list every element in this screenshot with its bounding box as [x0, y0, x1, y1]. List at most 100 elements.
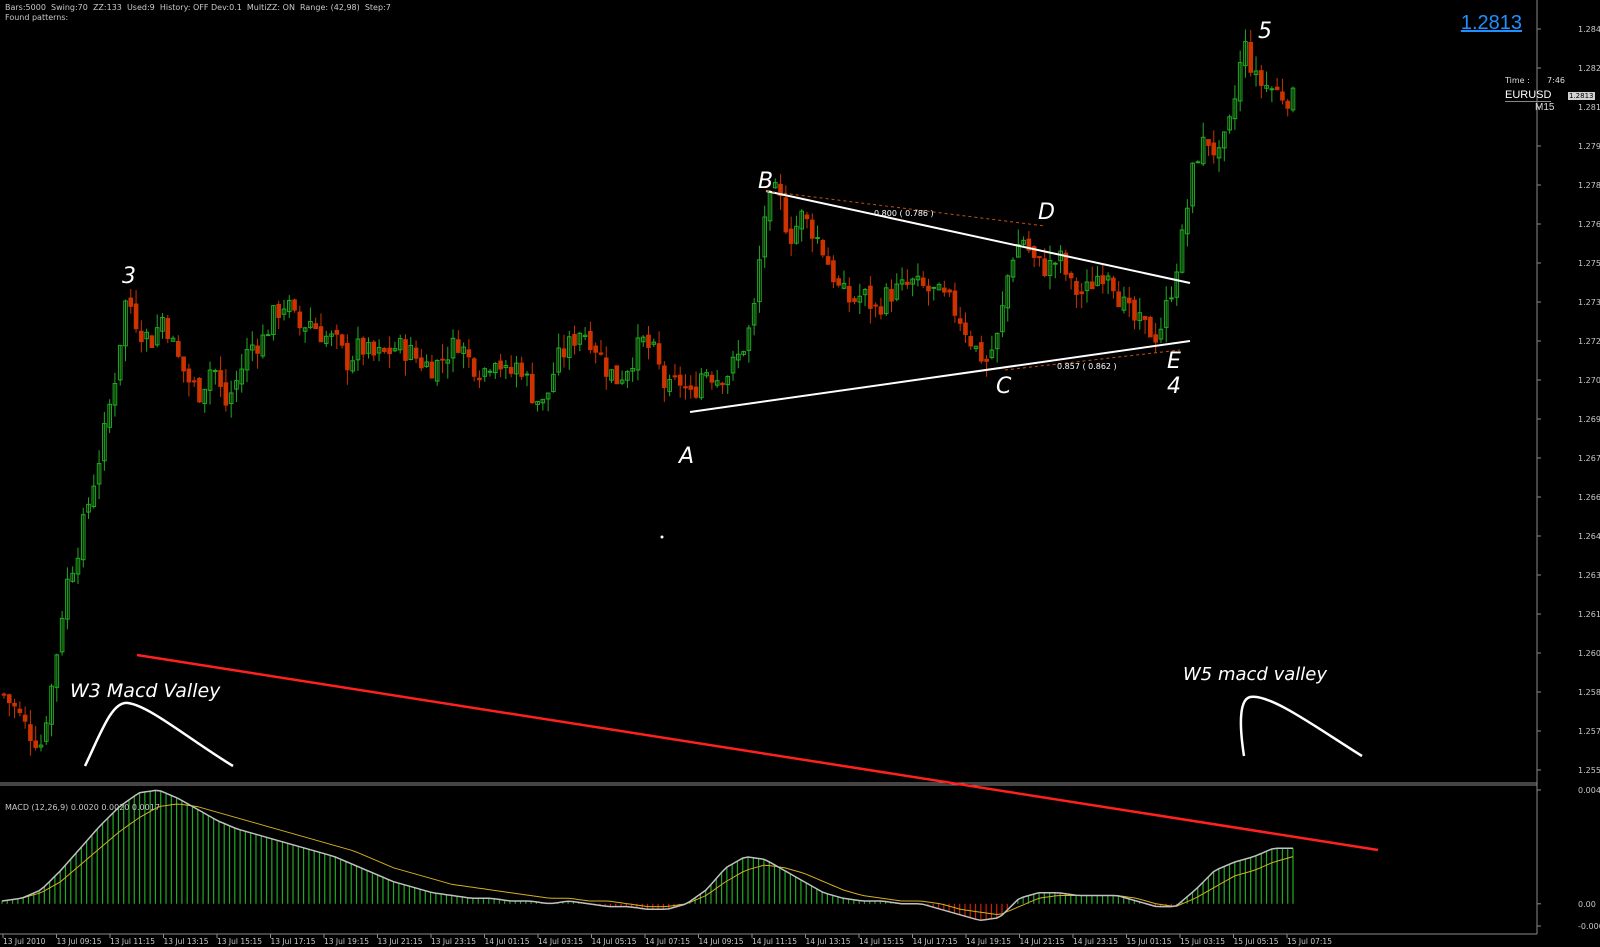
trendline-lower — [689, 340, 1191, 413]
wave-label-c: C — [996, 374, 1012, 399]
price-tick-label: 1.2555 — [1578, 766, 1600, 775]
candle-body — [809, 219, 815, 239]
price-chart[interactable]: 1.2840 1.2825 1.2810 1.2795 1.2780 1.2765 1.27… — [0, 0, 1600, 947]
candle-body — [508, 366, 514, 374]
candle-body — [22, 714, 28, 722]
candle-body — [984, 358, 989, 362]
candle-body — [197, 377, 202, 403]
candle-body — [1074, 281, 1079, 295]
candle-body — [466, 349, 472, 358]
time-axis-ticks: 13 Jul 2010 13 Jul 09:15 13 Jul 11:15 13 Ju… — [2, 934, 1332, 946]
candle-body — [218, 370, 223, 387]
candle-body — [1089, 281, 1095, 290]
candle-body — [1274, 86, 1280, 90]
time-value: 7:46 — [1547, 76, 1565, 85]
candle-body — [572, 333, 577, 346]
fib-label-bd: 0.800 ( 0.786 ) — [874, 209, 934, 218]
time-tick-label: 14 Jul 21:15 — [1020, 937, 1065, 946]
time-tick-label: 14 Jul 15:15 — [859, 937, 904, 946]
candle-body — [191, 380, 197, 383]
time-tick-label: 14 Jul 17:15 — [913, 937, 958, 946]
time-tick-label: 14 Jul 11:15 — [752, 937, 797, 946]
candle-body — [429, 361, 435, 379]
price-tick-label: 1.2780 — [1578, 181, 1600, 190]
price-tick-label: 1.2600 — [1578, 649, 1600, 658]
wave-label-3: 3 — [122, 264, 136, 289]
candle-body — [1285, 100, 1291, 109]
candle-body — [334, 329, 340, 335]
candle-body — [297, 311, 303, 329]
candle-body — [677, 374, 683, 386]
time-tick-label: 14 Jul 01:15 — [485, 937, 530, 946]
price-tick-label: 1.2750 — [1578, 259, 1600, 268]
candle-body — [709, 374, 715, 383]
wave-label-4: 4 — [1167, 374, 1181, 399]
candle-body — [1280, 91, 1285, 101]
candle-body — [783, 197, 789, 233]
candle-body — [339, 334, 345, 346]
candle-body — [255, 345, 260, 354]
price-tick-label: 1.2690 — [1578, 415, 1600, 424]
candle-body — [688, 385, 694, 390]
candle-body — [313, 323, 318, 329]
candle-body — [963, 322, 968, 336]
w5-valley-curve — [1239, 695, 1363, 758]
candle-body — [17, 708, 23, 714]
price-tick-label: 1.2720 — [1578, 337, 1600, 346]
candle-body — [852, 298, 857, 302]
time-tick-label: 13 Jul 09:15 — [57, 937, 102, 946]
wave-label-b: B — [758, 169, 773, 194]
candle-body — [1153, 334, 1158, 343]
fib-label-ce: 0.857 ( 0.862 ) — [1057, 362, 1117, 371]
candle-body — [1037, 256, 1042, 259]
candle-body — [1052, 262, 1058, 265]
symbol-label: EURUSD — [1505, 89, 1552, 102]
candle-body — [440, 358, 445, 361]
candle-body — [1068, 272, 1074, 279]
candle-body — [831, 260, 836, 283]
candle-body — [1206, 139, 1211, 146]
candle-body — [646, 334, 651, 348]
candle-body — [292, 299, 297, 311]
macd-tick-label: -0.0008 — [1578, 922, 1600, 931]
time-tick-label: 13 Jul 2010 — [3, 937, 46, 946]
candle-body — [873, 304, 878, 307]
candle-body — [524, 373, 530, 376]
price-tick-label: 1.2795 — [1578, 142, 1600, 151]
candle-body — [176, 340, 181, 357]
timeframe-label: M15 — [1535, 102, 1555, 113]
candle-body — [181, 356, 186, 372]
wave-label-5: 5 — [1258, 19, 1272, 44]
candle-body — [656, 343, 662, 365]
candle-body — [471, 358, 477, 377]
macd-tick-label: 0.0041 — [1578, 786, 1600, 795]
candle-body — [1116, 291, 1121, 308]
candle-body — [693, 386, 699, 398]
candle-body — [223, 382, 229, 406]
candle-body — [1111, 277, 1116, 292]
time-tick-label: 14 Jul 03:15 — [538, 937, 583, 946]
candle-body — [345, 342, 350, 371]
candle-body — [957, 318, 963, 324]
candle-body — [128, 297, 134, 307]
candle-body — [33, 740, 38, 748]
candle-body — [1211, 142, 1217, 156]
candle-body — [487, 370, 493, 373]
candle-body — [614, 365, 620, 385]
wave-label-d: D — [1038, 200, 1055, 225]
candle-body — [519, 362, 525, 377]
time-tick-label: 14 Jul 09:15 — [699, 937, 744, 946]
candle-body — [318, 326, 324, 343]
wave-label-e: E — [1167, 349, 1181, 374]
candle-body — [382, 347, 387, 352]
candle-body — [920, 277, 926, 286]
price-tick-label: 1.2630 — [1578, 571, 1600, 580]
candle-body — [846, 285, 852, 303]
found-patterns-label: Found patterns: — [5, 13, 69, 22]
candle-body — [804, 214, 810, 220]
price-tick-label: 1.2675 — [1578, 454, 1600, 463]
candle-body — [1142, 315, 1148, 320]
candle-body — [683, 386, 688, 389]
candle-body — [12, 702, 17, 707]
candle-body — [720, 382, 725, 386]
